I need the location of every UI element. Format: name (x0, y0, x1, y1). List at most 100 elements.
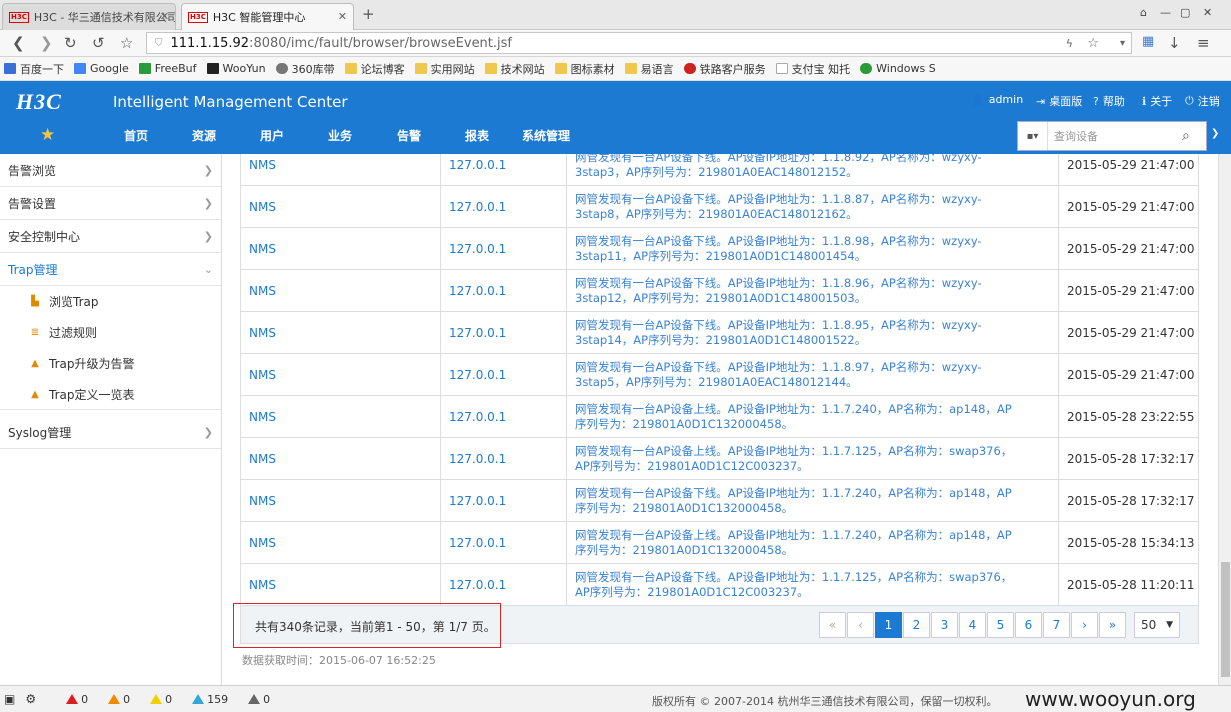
sidebar-item-trap[interactable]: Trap管理 ⌄ (0, 253, 221, 286)
bookmark-item[interactable]: Google (74, 62, 129, 75)
bookmark-item[interactable]: 360库带 (275, 61, 335, 77)
unknown-alarm-count[interactable]: 0 (248, 693, 270, 706)
warning-alarm-count[interactable]: 159 (192, 693, 228, 706)
settings-icon[interactable]: ⚙ (25, 692, 36, 706)
user-link[interactable]: 👤 admin (971, 93, 1023, 106)
menu-alarms[interactable]: 告警 (397, 127, 421, 144)
copyright: 版权所有 © 2007-2014 杭州华三通信技术有限公司，保留一切权利。 (652, 695, 998, 708)
table-row[interactable]: NMS 127.0.0.1 网管发现有一台AP设备下线。AP设备IP地址为：1.1.… (241, 228, 1198, 270)
desktop-link[interactable]: ⇥ 桌面版 (1036, 93, 1082, 109)
lightning-icon[interactable]: ϟ (1066, 37, 1073, 50)
sidebar-item-syslog[interactable]: Syslog管理 ❯ (0, 416, 221, 449)
bookmark-item[interactable]: 支付宝 知托 (775, 61, 850, 77)
table-row[interactable]: NMS 127.0.0.1 网管发现有一台AP设备下线。AP设备IP地址为：1.1.… (241, 270, 1198, 312)
page-button[interactable]: 3 (931, 612, 958, 638)
device-search[interactable]: ▪▾ 查询设备 ⌕ (1017, 121, 1207, 151)
logout-link[interactable]: ⏻ 注销 (1185, 93, 1220, 109)
next-page-button[interactable]: › (1071, 612, 1098, 638)
table-row[interactable]: NMS 127.0.0.1 网管发现有一台AP设备下线。AP设备IP地址为：1.1.… (241, 154, 1198, 186)
page-button[interactable]: 1 (875, 612, 902, 638)
favorite-icon[interactable]: ☆ (1087, 36, 1099, 51)
about-link[interactable]: ℹ 关于 (1142, 93, 1172, 109)
bookmark-item[interactable]: FreeBuf (138, 62, 197, 75)
menu-reports[interactable]: 报表 (465, 127, 489, 144)
page-size-select[interactable]: 50 ▼ (1134, 612, 1180, 638)
menu-icon[interactable]: ≡ (1197, 34, 1210, 52)
undo-icon[interactable]: ↺ (92, 34, 105, 52)
sidebar-subitem-filter-rules[interactable]: ≣ 过滤规则 (0, 317, 221, 348)
bookmark-folder[interactable]: 易语言 (624, 61, 674, 77)
close-icon[interactable]: ✕ (160, 10, 169, 23)
major-alarm-count[interactable]: 0 (108, 693, 130, 706)
table-row[interactable]: NMS 127.0.0.1 网管发现有一台AP设备上线。AP设备IP地址为：1.1.… (241, 522, 1198, 564)
bookmark-folder[interactable]: 论坛博客 (344, 61, 405, 77)
minimize-icon[interactable]: — (1160, 6, 1171, 19)
first-page-button[interactable]: « (819, 612, 846, 638)
last-page-button[interactable]: » (1099, 612, 1126, 638)
bookmark-star-icon[interactable]: ☆ (120, 34, 133, 52)
chevron-down-icon: ⌄ (203, 262, 213, 276)
maximize-icon[interactable]: ▢ (1180, 6, 1190, 19)
bookmark-item[interactable]: WooYun (206, 62, 266, 75)
close-icon[interactable]: ✕ (338, 10, 347, 23)
browser-tab-imc[interactable]: H3C H3C 智能管理中心 ✕ (181, 3, 354, 30)
address-bar[interactable]: ⛉ 111.1.15.92:8080/imc/fault/browser/bro… (146, 32, 1132, 54)
dropdown-icon[interactable]: ▾ (1120, 38, 1125, 49)
search-icon[interactable]: ⌕ (1182, 128, 1206, 144)
screen-icon[interactable]: ▣ (4, 692, 15, 706)
scrollbar-thumb[interactable] (1221, 562, 1230, 677)
caret-down-icon: ▼ (1166, 620, 1173, 630)
chevron-right-icon: ❯ (203, 196, 213, 210)
bookmark-item[interactable]: 百度一下 (4, 61, 64, 77)
power-icon: ⏻ (1185, 94, 1194, 107)
bookmark-folder[interactable]: 实用网站 (414, 61, 475, 77)
menu-system[interactable]: 系统管理 (522, 127, 570, 144)
help-link[interactable]: ? 帮助 (1093, 93, 1125, 109)
table-row[interactable]: NMS 127.0.0.1 网管发现有一台AP设备下线。AP设备IP地址为：1.1.… (241, 564, 1198, 605)
expand-chevron-icon[interactable]: ❯ (1211, 128, 1219, 139)
browser-tab-h3c[interactable]: H3C H3C - 华三通信技术有限公司 ✕ (2, 3, 176, 30)
menu-resources[interactable]: 资源 (192, 127, 216, 144)
prev-page-button[interactable]: ‹ (847, 612, 874, 638)
sidebar-item-alarm-browse[interactable]: 告警浏览 ❯ (0, 154, 221, 187)
pin-icon[interactable]: ⌂ (1140, 6, 1147, 19)
forward-icon[interactable]: ❯ (40, 34, 53, 52)
main-content: NMS 127.0.0.1 网管发现有一台AP设备下线。AP设备IP地址为：1.1.… (222, 154, 1218, 685)
page-button[interactable]: 5 (987, 612, 1014, 638)
page-button[interactable]: 4 (959, 612, 986, 638)
sidebar-item-security-center[interactable]: 安全控制中心 ❯ (0, 220, 221, 253)
page-button[interactable]: 6 (1015, 612, 1042, 638)
table-row[interactable]: NMS 127.0.0.1 网管发现有一台AP设备上线。AP设备IP地址为：1.1.… (241, 396, 1198, 438)
bookmark-folder[interactable]: 图标素材 (554, 61, 615, 77)
sidebar-subitem-trap-upgrade[interactable]: ▲ Trap升级为告警 (0, 348, 221, 379)
page-button[interactable]: 7 (1043, 612, 1070, 638)
window-close-icon[interactable]: ✕ (1203, 6, 1212, 19)
download-icon[interactable]: ↓ (1168, 34, 1181, 52)
device-type-dropdown[interactable]: ▪▾ (1018, 122, 1048, 150)
page-button[interactable]: 2 (903, 612, 930, 638)
search-input[interactable]: 查询设备 (1048, 128, 1182, 144)
favorites-star-icon[interactable]: ★ (40, 125, 55, 145)
back-icon[interactable]: ❮ (12, 34, 25, 52)
sidebar-subitem-browse-trap[interactable]: ▙ 浏览Trap (0, 286, 221, 317)
menu-business[interactable]: 业务 (328, 127, 352, 144)
table-row[interactable]: NMS 127.0.0.1 网管发现有一台AP设备上线。AP设备IP地址为：1.1.… (241, 438, 1198, 480)
reload-icon[interactable]: ↻ (64, 34, 77, 52)
menu-home[interactable]: 首页 (124, 127, 148, 144)
minor-alarm-count[interactable]: 0 (150, 693, 172, 706)
sidebar-item-alarm-settings[interactable]: 告警设置 ❯ (0, 187, 221, 220)
bookmark-item[interactable]: 铁路客户服务 (683, 61, 766, 77)
apps-icon[interactable]: ▦ (1142, 34, 1154, 49)
bookmark-folder[interactable]: 技术网站 (484, 61, 545, 77)
page-scrollbar[interactable] (1218, 154, 1231, 685)
table-row[interactable]: NMS 127.0.0.1 网管发现有一台AP设备下线。AP设备IP地址为：1.1.… (241, 480, 1198, 522)
sidebar-subitem-trap-definitions[interactable]: ▲ Trap定义一览表 (0, 379, 221, 410)
new-tab-button[interactable]: + (362, 5, 375, 23)
table-row[interactable]: NMS 127.0.0.1 网管发现有一台AP设备下线。AP设备IP地址为：1.1.… (241, 312, 1198, 354)
bookmark-item[interactable]: Windows S (860, 62, 936, 75)
critical-alarm-count[interactable]: 0 (66, 693, 88, 706)
table-row[interactable]: NMS 127.0.0.1 网管发现有一台AP设备下线。AP设备IP地址为：1.1.… (241, 354, 1198, 396)
h3c-favicon-icon: H3C (9, 11, 29, 23)
table-row[interactable]: NMS 127.0.0.1 网管发现有一台AP设备下线。AP设备IP地址为：1.1.… (241, 186, 1198, 228)
menu-users[interactable]: 用户 (260, 127, 284, 144)
